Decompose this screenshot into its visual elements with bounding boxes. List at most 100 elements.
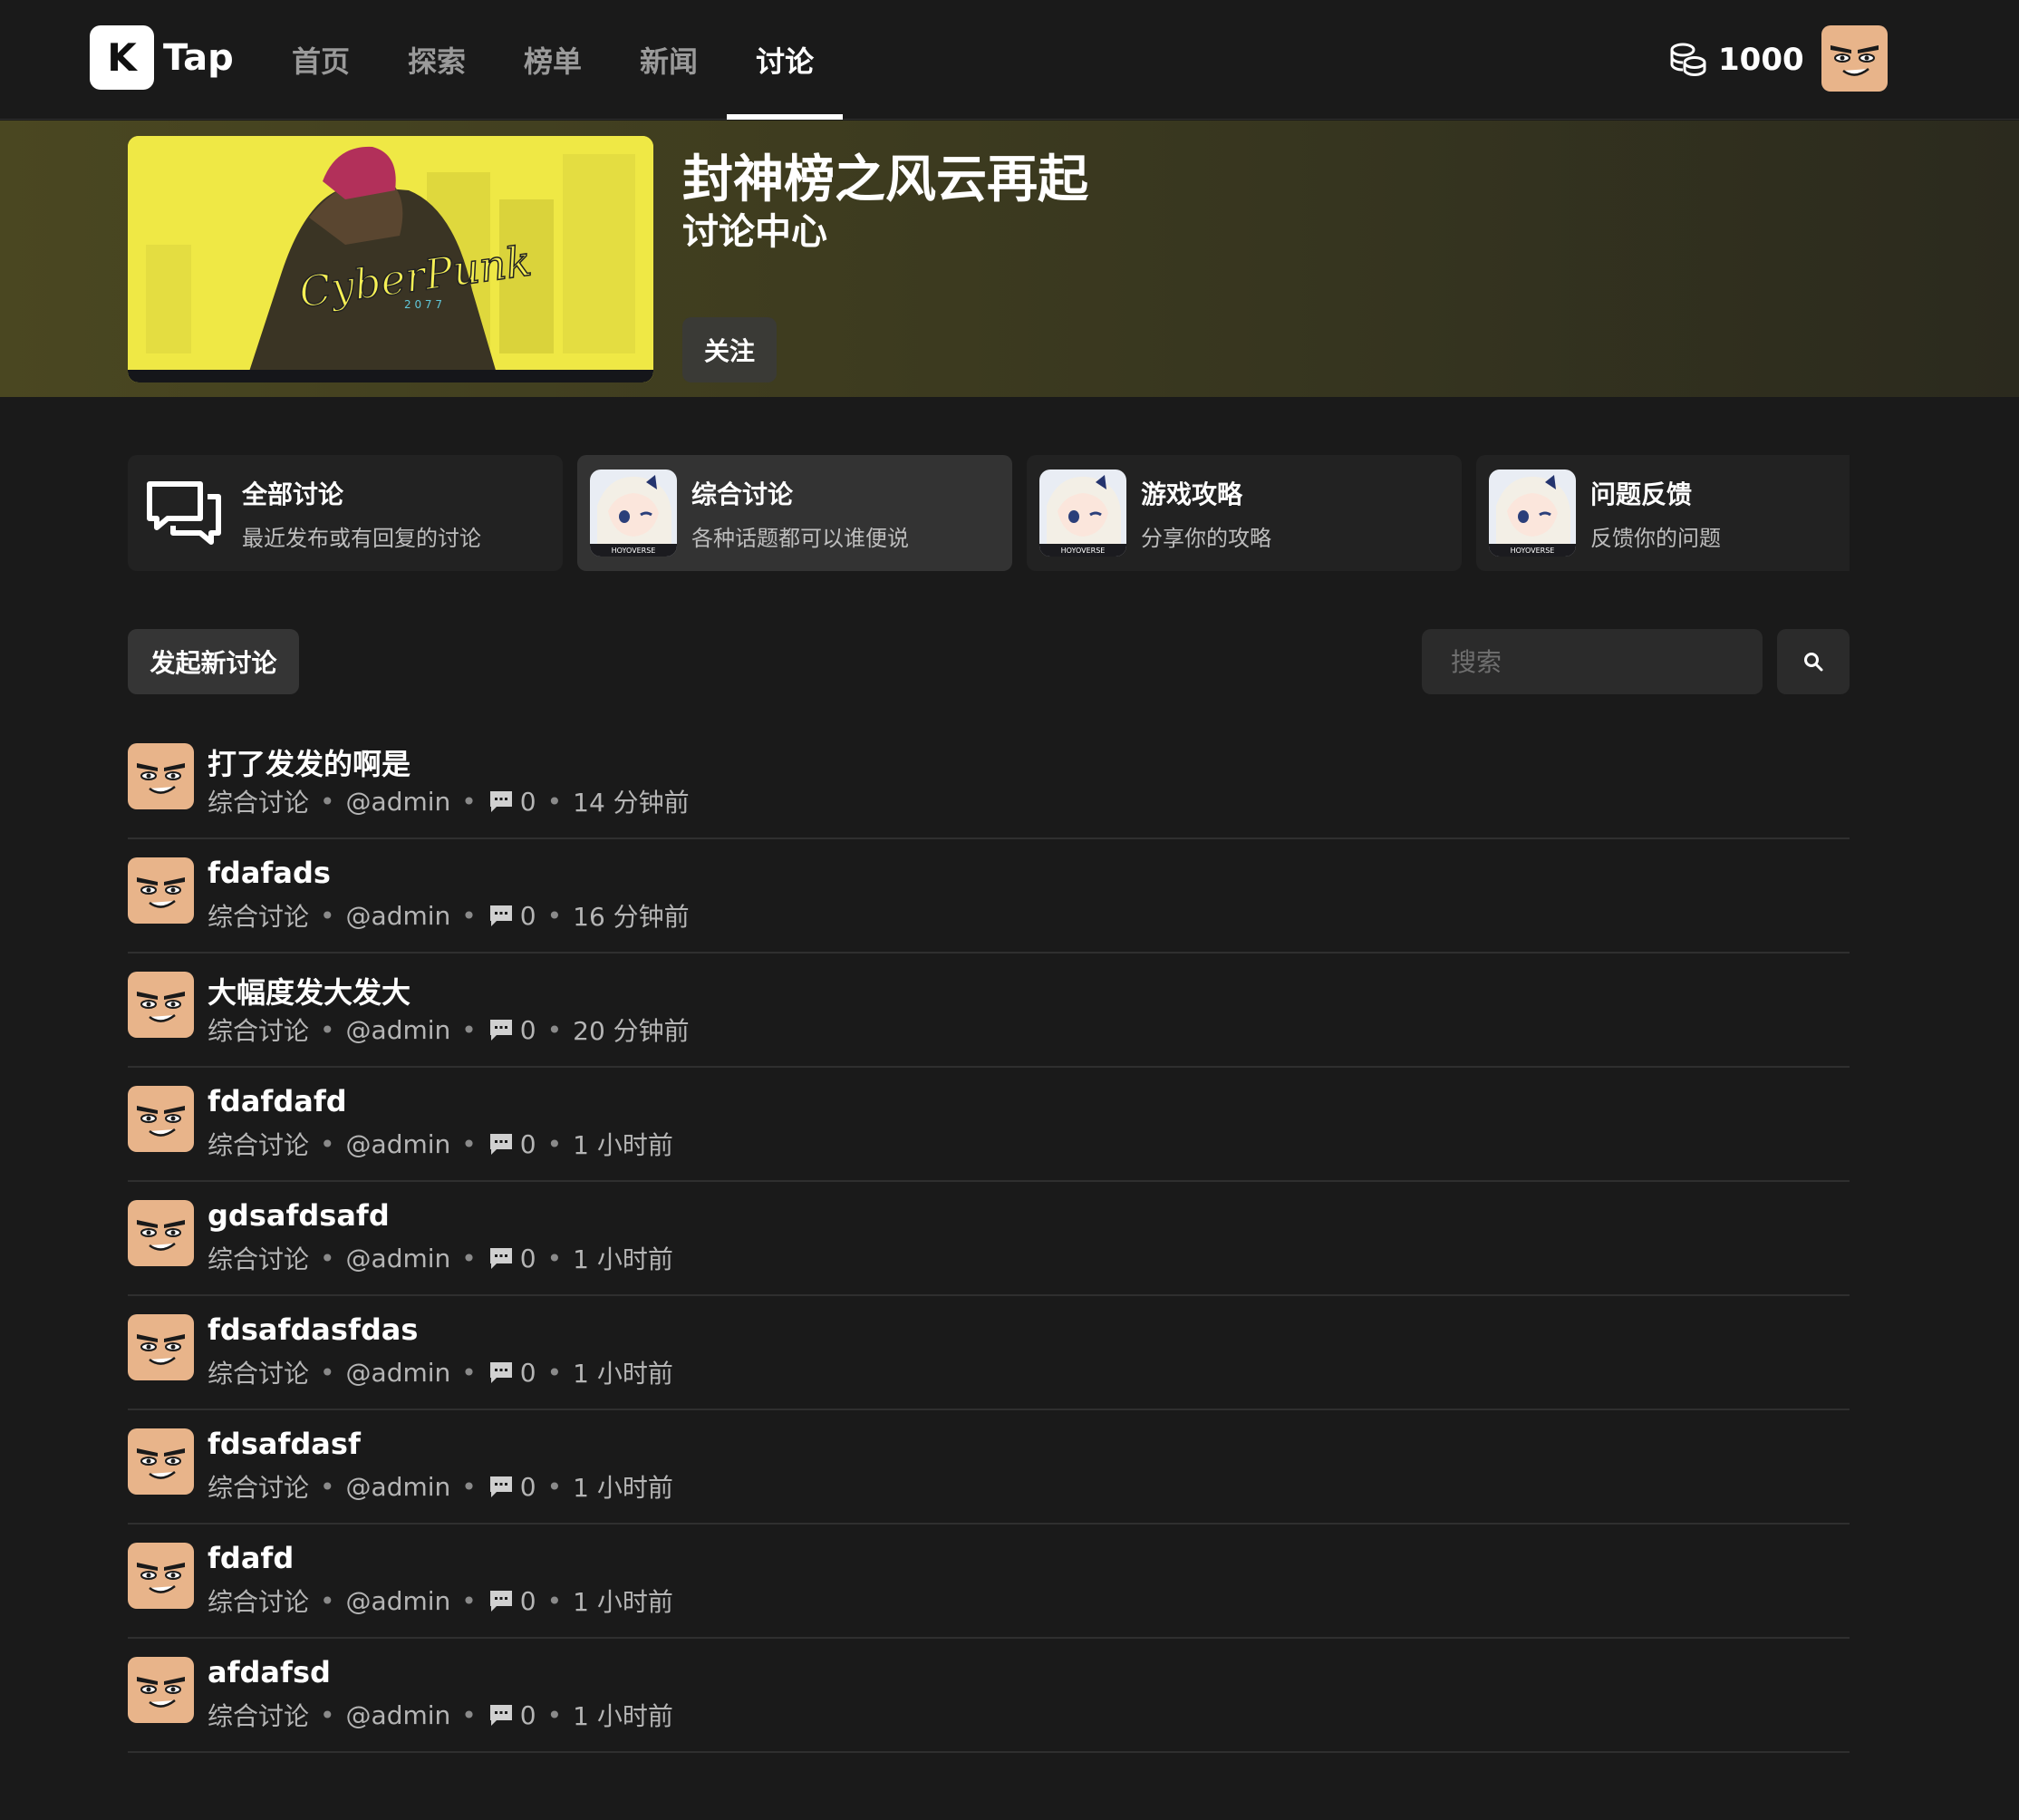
discussion-author[interactable]: @admin	[346, 1358, 451, 1388]
discussion-category[interactable]: 综合讨论	[208, 1354, 309, 1390]
separator-dot: •	[546, 1243, 563, 1273]
discussion-category[interactable]: 综合讨论	[208, 1583, 309, 1619]
discussion-row[interactable]: fdafdafd 综合讨论 • @admin • 0 • 1 小时前	[128, 1068, 1850, 1182]
discussion-title[interactable]: fdafd	[208, 1541, 294, 1575]
discussion-row[interactable]: 大幅度发大发大 综合讨论 • @admin • 0 • 20 分钟前	[128, 954, 1850, 1068]
author-avatar[interactable]	[128, 1543, 194, 1609]
nav-rankings[interactable]: 榜单	[495, 0, 611, 120]
discussion-title[interactable]: gdsafdsafd	[208, 1198, 390, 1233]
comment-count: 0	[519, 1243, 536, 1273]
separator-dot: •	[546, 1014, 563, 1045]
discussion-title[interactable]: fdsafdasf	[208, 1427, 361, 1461]
comment-count: 0	[519, 1471, 536, 1502]
discussion-author[interactable]: @admin	[346, 1472, 451, 1502]
separator-dot: •	[546, 1357, 563, 1388]
separator-dot: •	[320, 1128, 335, 1159]
discussion-author[interactable]: @admin	[346, 1129, 451, 1159]
separator-dot: •	[461, 1014, 477, 1045]
search-input[interactable]	[1422, 629, 1763, 694]
discussion-title[interactable]: fdsafdasfdas	[208, 1312, 418, 1347]
game-hero-banner: CyberPunk 2 0 7 7 封神榜之风云再起 讨论中心 关注	[0, 121, 2019, 397]
cover-logo-subtext: 2 0 7 7	[404, 298, 442, 311]
discussion-time: 1 小时前	[573, 1130, 673, 1160]
new-discussion-button[interactable]: 发起新讨论	[128, 629, 299, 694]
discussion-meta: 综合讨论 • @admin • 0 • 1 小时前	[208, 1354, 673, 1390]
comment-icon	[489, 1705, 512, 1726]
category-general[interactable]: HOYOVERSE 综合讨论 各种话题都可以谁便说	[577, 455, 1012, 571]
discussion-title[interactable]: fdafdafd	[208, 1084, 347, 1118]
discussion-author[interactable]: @admin	[346, 1700, 451, 1730]
author-avatar[interactable]	[128, 1428, 194, 1495]
discussion-row[interactable]: 打了发发的啊是 综合讨论 • @admin • 0 • 14 分钟前	[128, 725, 1850, 839]
discussion-author[interactable]: @admin	[346, 1015, 451, 1045]
author-avatar[interactable]	[128, 1314, 194, 1380]
nav-explore[interactable]: 探索	[379, 0, 495, 120]
discussion-category[interactable]: 综合讨论	[208, 1697, 309, 1733]
separator-dot: •	[461, 1585, 477, 1616]
separator-dot: •	[320, 1243, 335, 1273]
follow-button[interactable]: 关注	[682, 317, 777, 382]
discussion-author[interactable]: @admin	[346, 1244, 451, 1273]
discussion-title[interactable]: fdafads	[208, 856, 331, 890]
discussion-time: 1 小时前	[573, 1244, 673, 1274]
discussion-author[interactable]: @admin	[346, 901, 451, 931]
comment-icon	[489, 1476, 512, 1497]
separator-dot: •	[320, 1357, 335, 1388]
logo-mark: K	[90, 25, 154, 90]
user-avatar[interactable]	[1821, 25, 1888, 92]
discussion-title[interactable]: afdafsd	[208, 1655, 331, 1689]
chat-bubbles-icon	[140, 470, 227, 557]
discussion-row[interactable]: afdafsd 综合讨论 • @admin • 0 • 1 小时前	[128, 1639, 1850, 1753]
discussion-title[interactable]: 打了发发的啊是	[208, 741, 411, 783]
category-name: 游戏攻略	[1141, 479, 1243, 509]
discussion-row[interactable]: gdsafdsafd 综合讨论 • @admin • 0 • 1 小时前	[128, 1182, 1850, 1296]
discussion-author[interactable]: @admin	[346, 787, 451, 817]
nav-news[interactable]: 新闻	[611, 0, 727, 120]
category-guides[interactable]: HOYOVERSE 游戏攻略 分享你的攻略	[1027, 455, 1462, 571]
discussion-row[interactable]: fdsafdasf 综合讨论 • @admin • 0 • 1 小时前	[128, 1410, 1850, 1525]
category-name: 问题反馈	[1590, 479, 1693, 509]
discussion-category[interactable]: 综合讨论	[208, 1468, 309, 1505]
category-name: 全部讨论	[242, 479, 344, 509]
author-avatar[interactable]	[128, 1086, 194, 1152]
site-logo[interactable]: K Tap	[90, 25, 234, 90]
author-avatar[interactable]	[128, 972, 194, 1038]
comment-count: 0	[519, 1014, 536, 1045]
category-name: 综合讨论	[691, 479, 794, 509]
discussion-title[interactable]: 大幅度发大发大	[208, 970, 411, 1012]
separator-dot: •	[461, 1471, 477, 1502]
separator-dot: •	[320, 900, 335, 931]
comment-icon	[489, 791, 512, 812]
discussion-category[interactable]: 综合讨论	[208, 1012, 309, 1048]
nav-discussions[interactable]: 讨论	[727, 0, 844, 120]
category-desc: 各种话题都可以谁便说	[691, 525, 909, 551]
discussion-category[interactable]: 综合讨论	[208, 1240, 309, 1276]
comment-icon	[489, 1134, 512, 1155]
author-avatar[interactable]	[128, 1657, 194, 1723]
discussion-row[interactable]: fdsafdasfdas 综合讨论 • @admin • 0 • 1 小时前	[128, 1296, 1850, 1410]
discussion-category[interactable]: 综合讨论	[208, 1126, 309, 1162]
search-button[interactable]	[1777, 629, 1850, 694]
category-feedback[interactable]: HOYOVERSE 问题反馈 反馈你的问题	[1476, 455, 1850, 571]
discussion-row[interactable]: fdafd 综合讨论 • @admin • 0 • 1 小时前	[128, 1525, 1850, 1639]
coin-balance[interactable]: 1000	[1667, 36, 1804, 83]
author-avatar[interactable]	[128, 1200, 194, 1266]
discussion-author[interactable]: @admin	[346, 1586, 451, 1616]
discussion-time: 20 分钟前	[573, 1016, 690, 1046]
discussion-time: 14 分钟前	[573, 788, 690, 818]
author-avatar[interactable]	[128, 743, 194, 809]
separator-dot: •	[461, 1699, 477, 1730]
discussion-category[interactable]: 综合讨论	[208, 783, 309, 819]
discussion-list: 打了发发的啊是 综合讨论 • @admin • 0 • 14 分钟前 fdafa…	[128, 725, 1850, 1753]
logo-text: Tap	[163, 36, 234, 79]
coins-icon	[1670, 43, 1706, 77]
category-all[interactable]: 全部讨论 最近发布或有回复的讨论	[128, 455, 563, 571]
nav-home[interactable]: 首页	[263, 0, 379, 120]
discussion-category[interactable]: 综合讨论	[208, 897, 309, 934]
author-avatar[interactable]	[128, 857, 194, 924]
game-character-icon: HOYOVERSE	[1039, 470, 1126, 557]
discussion-row[interactable]: fdafads 综合讨论 • @admin • 0 • 16 分钟前	[128, 839, 1850, 954]
game-cover-image: CyberPunk 2 0 7 7	[128, 136, 653, 382]
separator-dot: •	[461, 1357, 477, 1388]
discussion-meta: 综合讨论 • @admin • 0 • 1 小时前	[208, 1583, 673, 1619]
